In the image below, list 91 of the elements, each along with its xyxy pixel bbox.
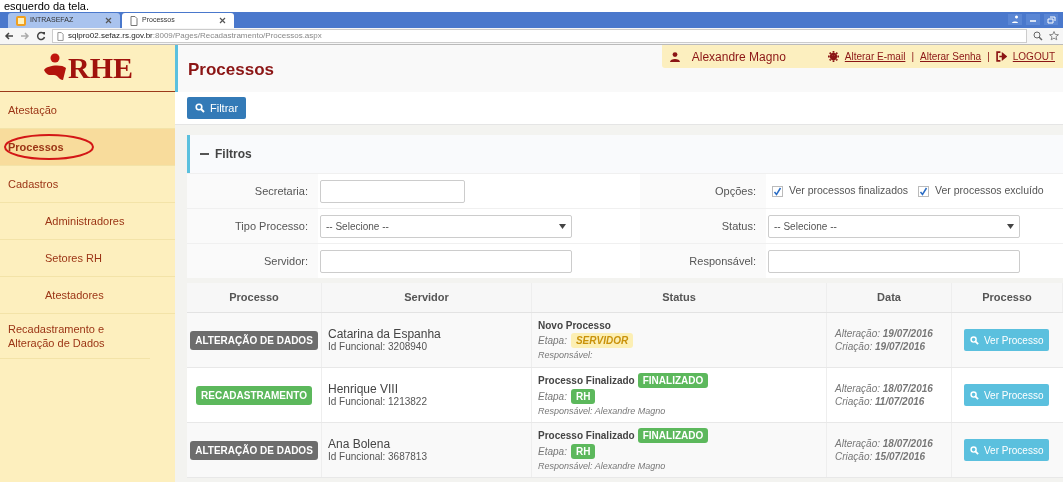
input-field[interactable] [768,249,1020,273]
separator-text: | [911,50,914,64]
filter-button[interactable]: Filtrar [187,97,247,119]
reload-icon [36,31,46,41]
user-icon [1007,14,1023,25]
input-field[interactable] [320,179,465,203]
app-icon [16,15,26,26]
logout-link[interactable]: LOGOUT [1012,49,1055,64]
id-text: Id Funcional: 3687813 [328,450,428,463]
id-text: Id Funcional: 3208940 [328,340,427,353]
column-header: Status [662,290,696,306]
separator-text: | [987,50,990,64]
column-header: Processo [229,290,279,306]
status-badge: RH [570,444,596,459]
checkbox[interactable] [918,185,930,197]
logo-text: RHE [68,52,133,84]
header-link[interactable]: Alterar Senha [920,49,982,64]
date-text: Alteração: 18/07/2016 [835,382,934,395]
select-field[interactable]: -- Selecione -- [768,214,1020,238]
person-name: Ana Bolena [328,437,392,451]
input-field[interactable] [320,249,572,273]
status-badge: RECADASTRAMENTO [196,385,312,405]
user-name: Alexandre Magno [691,48,786,66]
status-badge: RH [570,389,596,404]
panel-title: Filtros [215,146,252,163]
restore-icon [1043,14,1059,25]
id-text: Id Funcional: 1213822 [328,395,428,408]
person-name: Catarina da Espanha [328,327,442,341]
responsible-text: Responsável: Alexandre Magno [538,460,667,472]
sidebar-item[interactable]: Atestação [8,103,57,117]
field-label: Servidor: [263,253,308,269]
stage-label: Etapa: [538,445,567,458]
field-label: Tipo Processo: [235,218,308,234]
settings-icon [827,51,839,62]
dropdown-arrow-icon [559,223,566,229]
check-icon [773,186,782,196]
sidebar-item[interactable]: Setores RH [45,251,102,265]
select-field[interactable]: -- Selecione -- [320,214,572,238]
responsible-text: Responsável: Alexandre Magno [538,405,667,417]
date-text: Criação: 11/07/2016 [835,395,926,408]
checkbox[interactable] [772,185,783,197]
date-text: Alteração: 18/07/2016 [835,437,934,450]
date-text: Alteração: 19/07/2016 [835,327,934,340]
column-header: Servidor [404,290,449,306]
search-icon [970,445,979,455]
user-icon [669,51,680,62]
status-badge: ALTERAÇÃO DE DADOS [190,440,318,460]
column-header: Processo [982,290,1032,306]
back-arrow-icon [4,31,14,41]
person-name: Henrique VIII [328,382,400,396]
date-text: Criação: 15/07/2016 [835,450,927,463]
dropdown-arrow-icon [1007,223,1014,229]
sidebar-item[interactable]: Cadastros [8,177,59,191]
field-label: Opções: [715,183,756,199]
caption-text: esquerdo da tela. [3,0,89,12]
search-icon [195,103,205,113]
field-label: Responsável: [689,253,756,269]
check-icon [919,186,929,196]
page-title: Processos [187,59,274,81]
star-icon [1049,31,1059,41]
header-link[interactable]: Alterar E-mail [844,49,906,64]
checkbox-label: Ver processos excluído [935,183,1044,199]
minimize-icon [1025,14,1041,25]
search-icon [970,335,979,345]
page-icon [130,15,138,26]
responsible-text: Responsável: [538,349,594,361]
sidebar-item[interactable]: Administradores [45,214,125,228]
status-badge: SERVIDOR [570,333,634,348]
zoom-icon [1033,31,1043,41]
status-badge: FINALIZADO [637,373,709,388]
close-icon [219,17,226,24]
status-badge: FINALIZADO [637,428,709,443]
sidebar-item[interactable]: Atestadores [45,288,104,302]
column-header: Data [877,290,901,306]
search-icon [970,390,979,400]
forward-arrow-icon [20,31,30,41]
status-title: Novo Processo [538,319,611,332]
stage-label: Etapa: [538,334,567,347]
date-text: Criação: 19/07/2016 [835,340,927,353]
logout-icon [995,51,1007,62]
status-badge: ALTERAÇÃO DE DADOS [190,330,318,350]
person-logo-icon [42,53,68,83]
close-icon [105,17,112,24]
stage-label: Etapa: [538,390,567,403]
checkbox-label: Ver processos finalizados [789,183,909,199]
status-title: Processo Finalizado [538,374,635,387]
field-label: Status: [721,218,756,234]
field-label: Secretaria: [254,183,308,199]
sidebar-item[interactable]: Recadastramento e Alteração de Dados [8,322,150,350]
minus-icon[interactable] [200,153,209,155]
status-title: Processo Finalizado [538,429,635,442]
